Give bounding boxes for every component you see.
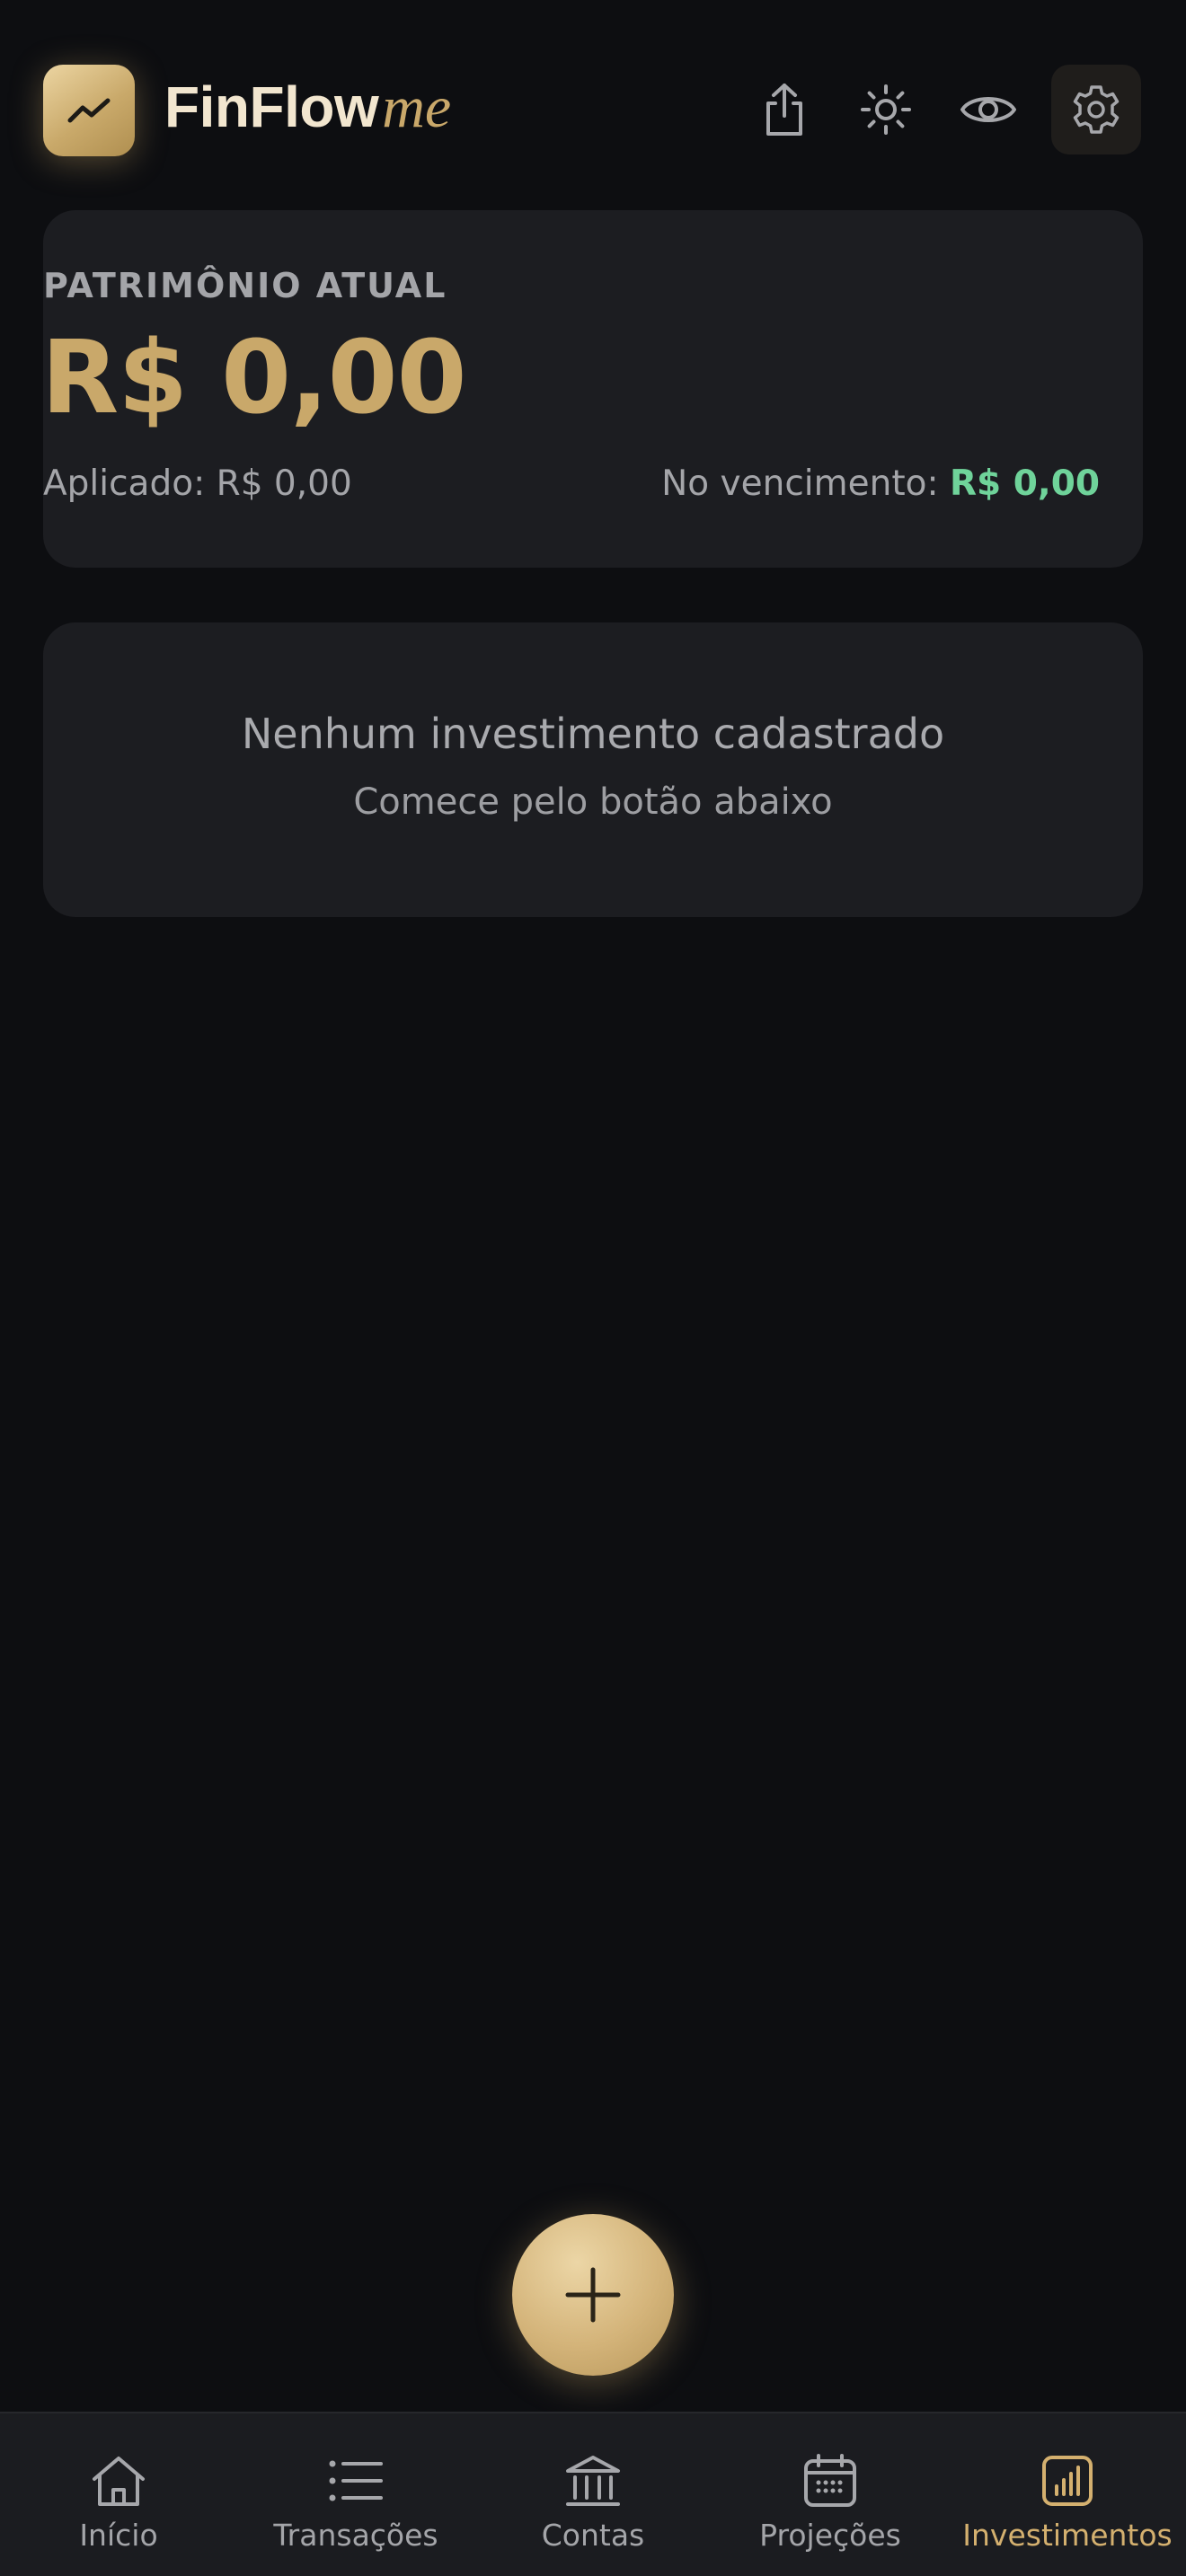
nav-label-inicio: Início bbox=[79, 2518, 158, 2553]
empty-state-card bbox=[43, 622, 1143, 917]
bank-icon bbox=[566, 2456, 620, 2506]
visibility-toggle-button[interactable] bbox=[943, 65, 1033, 154]
plus-icon bbox=[565, 2267, 621, 2323]
trend-up-icon bbox=[67, 98, 111, 123]
net-worth-value: R$ 0,00 bbox=[41, 320, 466, 437]
theme-toggle-button[interactable] bbox=[841, 65, 931, 154]
list-icon bbox=[329, 2460, 383, 2501]
nav-label-investimentos: Investimentos bbox=[962, 2518, 1173, 2553]
app-logo[interactable] bbox=[43, 65, 135, 156]
nav-label-transacoes: Transações bbox=[273, 2518, 438, 2553]
sun-icon bbox=[861, 84, 911, 135]
settings-button[interactable] bbox=[1051, 65, 1141, 154]
brand-title: FinFlow me bbox=[164, 74, 451, 146]
net-worth-label: PATRIMÔNIO ATUAL bbox=[43, 266, 447, 305]
applied-amount: Aplicado: R$ 0,00 bbox=[43, 463, 352, 504]
maturity-label: No vencimento: bbox=[661, 463, 939, 504]
nav-item-contas[interactable]: Contas bbox=[474, 2413, 712, 2576]
brand-accent: me bbox=[382, 75, 452, 140]
empty-state-subtitle: Comece pelo botão abaixo bbox=[353, 781, 833, 823]
nav-item-projecoes[interactable]: Projeções bbox=[712, 2413, 949, 2576]
brand-main: FinFlow bbox=[164, 75, 379, 139]
applied-value: R$ 0,00 bbox=[216, 463, 352, 504]
app-header: FinFlow me bbox=[0, 0, 1186, 198]
add-investment-button[interactable] bbox=[512, 2214, 674, 2376]
nav-item-transacoes[interactable]: Transações bbox=[237, 2413, 474, 2576]
nav-item-inicio[interactable]: Início bbox=[0, 2413, 237, 2576]
maturity-value: R$ 0,00 bbox=[950, 463, 1100, 504]
bottom-navigation: Início Transações Contas Projeções Inves… bbox=[0, 2412, 1186, 2576]
nav-label-projecoes: Projeções bbox=[759, 2518, 901, 2553]
bar-chart-icon bbox=[1042, 2456, 1093, 2506]
nav-label-contas: Contas bbox=[541, 2518, 645, 2553]
app-root: FinFlow me PATRIMÔNIO ATUAL R$ 0,00 Apli… bbox=[0, 0, 1186, 2576]
gear-icon bbox=[1073, 85, 1120, 134]
home-icon bbox=[93, 2457, 145, 2506]
empty-state-title: Nenhum investimento cadastrado bbox=[241, 710, 945, 758]
share-icon bbox=[766, 84, 802, 136]
calendar-icon bbox=[804, 2454, 856, 2507]
nav-item-investimentos[interactable]: Investimentos bbox=[949, 2413, 1186, 2576]
share-button[interactable] bbox=[739, 65, 829, 154]
applied-label: Aplicado: bbox=[43, 463, 206, 504]
eye-icon bbox=[960, 97, 1016, 122]
maturity-amount: No vencimento: R$ 0,00 bbox=[661, 463, 1100, 504]
